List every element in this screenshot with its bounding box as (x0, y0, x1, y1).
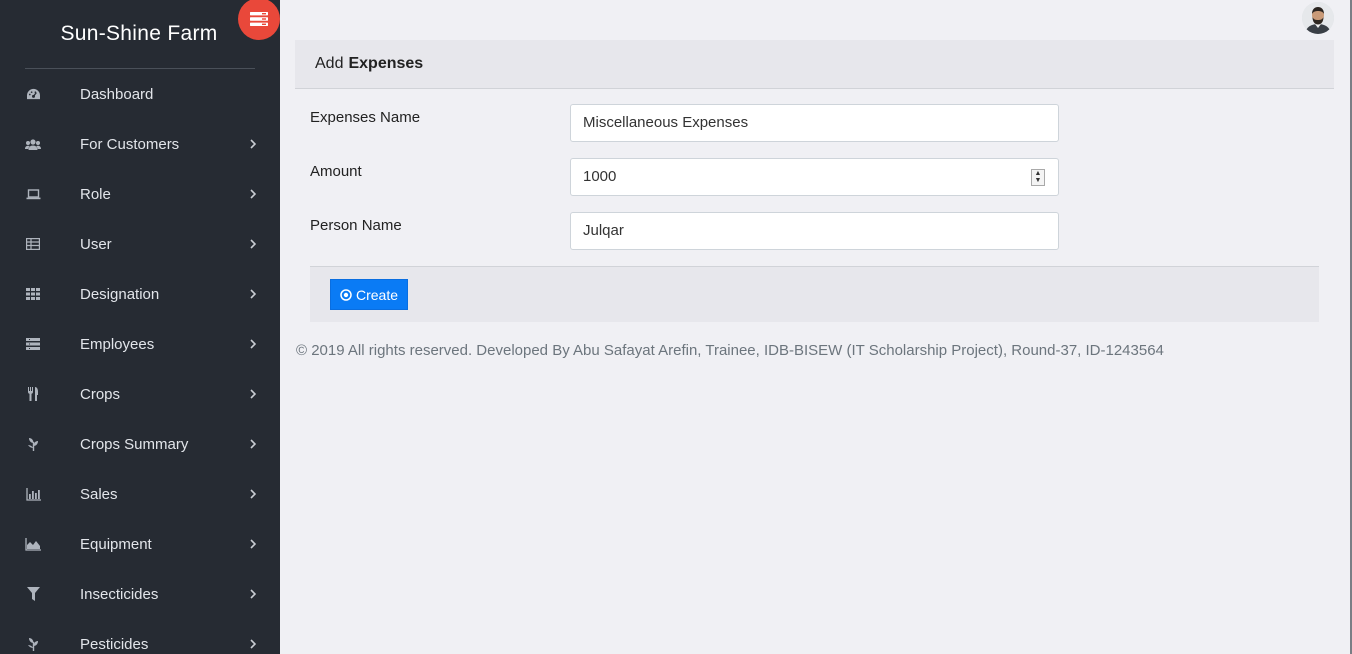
copyright-text: © 2019 All rights reserved. Developed By… (296, 342, 1164, 359)
sidebar-item-label: For Customers (80, 135, 180, 153)
person-name-input[interactable]: Julqar (570, 212, 1059, 250)
sidebar-item-sales[interactable]: Sales (0, 469, 280, 519)
sidebar-item-employees[interactable]: Employees (0, 319, 280, 369)
spinner-down-icon[interactable]: ▼ (1032, 177, 1044, 184)
sidebar-item-label: Crops Summary (80, 435, 189, 453)
sidebar-item-insecticides[interactable]: Insecticides (0, 569, 280, 619)
amount-row: Amount 1000 ▲ ▼ (295, 143, 1334, 197)
dashboard-icon (25, 86, 41, 102)
chevron-right-icon (250, 189, 257, 199)
amount-spinner[interactable]: ▲ ▼ (1031, 169, 1045, 186)
sidebar-item-label: Designation (80, 285, 160, 303)
sidebar-item-label: Employees (80, 335, 155, 353)
card-title: Expenses (348, 55, 424, 72)
sidebar-item-equipment[interactable]: Equipment (0, 519, 280, 569)
amount-input[interactable]: 1000 ▲ ▼ (570, 158, 1059, 196)
leaf-icon (25, 636, 41, 652)
sidebar-item-dashboard[interactable]: Dashboard (0, 69, 280, 119)
sidebar-item-crops[interactable]: Crops (0, 369, 280, 419)
sidebar: Sun-Shine Farm Dashboard For Customers R… (0, 0, 280, 654)
expenses-name-input[interactable]: Miscellaneous Expenses (570, 104, 1059, 142)
sidebar-nav: Dashboard For Customers Role User Design… (0, 69, 280, 654)
sidebar-item-label: Role (80, 185, 111, 203)
sidebar-item-designation[interactable]: Designation (0, 269, 280, 319)
person-name-label: Person Name (310, 217, 402, 234)
sidebar-item-label: User (80, 235, 112, 253)
sidebar-item-for-customers[interactable]: For Customers (0, 119, 280, 169)
chevron-right-icon (250, 389, 257, 399)
card-header: Add Expenses (295, 40, 1334, 89)
amount-value: 1000 (583, 168, 617, 185)
chevron-right-icon (250, 339, 257, 349)
user-avatar[interactable] (1302, 2, 1334, 34)
chevron-right-icon (250, 139, 257, 149)
menu-icon (250, 12, 268, 26)
sidebar-item-label: Insecticides (80, 585, 159, 603)
sidebar-item-role[interactable]: Role (0, 169, 280, 219)
card-footer: Create (310, 266, 1319, 322)
person-name-row: Person Name Julqar (295, 197, 1334, 251)
spinner-up-icon[interactable]: ▲ (1032, 170, 1044, 177)
add-expenses-card: Add Expenses Expenses Name Miscellaneous… (295, 40, 1334, 322)
laptop-icon (25, 186, 41, 202)
chevron-right-icon (250, 639, 257, 649)
sidebar-item-label: Pesticides (80, 635, 149, 653)
chevron-right-icon (250, 239, 257, 249)
amount-label: Amount (310, 163, 362, 180)
brand-title[interactable]: Sun-Shine Farm (0, 0, 280, 68)
circle-dot-icon (340, 288, 352, 301)
create-button-label: Create (356, 286, 399, 303)
chevron-right-icon (250, 439, 257, 449)
expenses-name-row: Expenses Name Miscellaneous Expenses (295, 89, 1334, 143)
filter-icon (25, 586, 41, 602)
create-button[interactable]: Create (330, 279, 409, 310)
chevron-right-icon (250, 539, 257, 549)
expenses-name-label: Expenses Name (310, 109, 421, 126)
chevron-right-icon (250, 289, 257, 299)
sidebar-item-label: Equipment (80, 535, 152, 553)
table-icon (25, 236, 41, 252)
sidebar-item-user[interactable]: User (0, 219, 280, 269)
sidebar-item-label: Dashboard (80, 85, 154, 103)
area-chart-icon (25, 536, 41, 552)
chevron-right-icon (250, 589, 257, 599)
chevron-right-icon (250, 489, 257, 499)
main-content: Add Expenses Expenses Name Miscellaneous… (280, 0, 1352, 654)
sidebar-item-crops-summary[interactable]: Crops Summary (0, 419, 280, 469)
card-title-prefix: Add (315, 55, 344, 72)
sidebar-item-label: Crops (80, 385, 121, 403)
sidebar-item-label: Sales (80, 485, 118, 503)
users-icon (25, 136, 41, 152)
sidebar-item-pesticides[interactable]: Pesticides (0, 619, 280, 654)
grid-icon (25, 286, 41, 302)
list-icon (25, 336, 41, 352)
bar-chart-icon (25, 486, 41, 502)
sidebar-toggle-button[interactable] (238, 0, 280, 40)
leaf-icon (25, 436, 41, 452)
utensils-icon (25, 386, 41, 402)
